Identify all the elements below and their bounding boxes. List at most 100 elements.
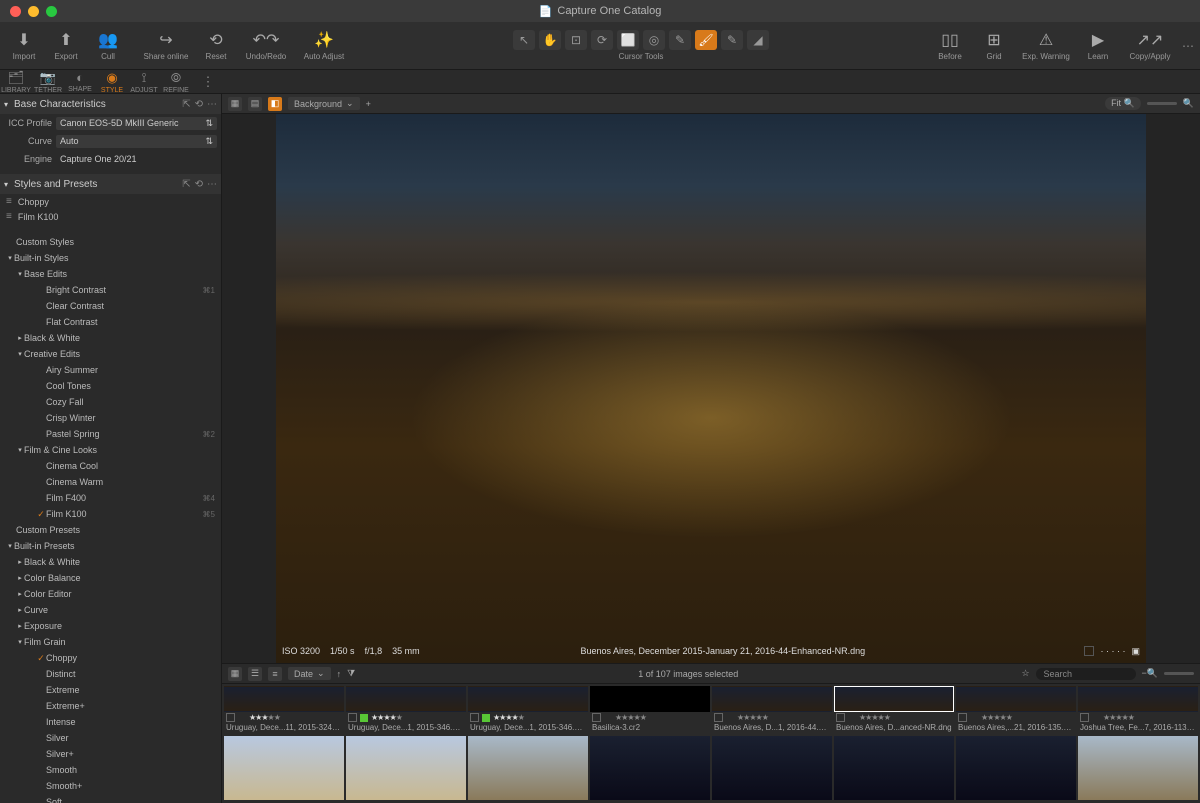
cull-button[interactable]: 👥Cull [90, 25, 126, 67]
star-rating[interactable]: ★★★★★ [371, 713, 402, 722]
tooltab-tether[interactable]: 📷TETHER [32, 70, 64, 93]
thumbnail-image[interactable] [956, 686, 1076, 712]
thumb-size-slider[interactable] [1164, 672, 1194, 675]
preset-item[interactable]: Flat Contrast [0, 314, 221, 330]
menu-icon[interactable]: ⋯ [207, 179, 217, 190]
preset-item[interactable]: Pastel Spring⌘2 [0, 426, 221, 442]
zoom-out-icon[interactable]: −🔍 [1142, 668, 1158, 679]
menu-icon[interactable]: ⋯ [207, 99, 217, 110]
star-rating[interactable]: ★★★★★ [737, 713, 768, 722]
thumbnail[interactable] [834, 736, 954, 800]
pin-icon[interactable]: ⇱ [182, 99, 190, 110]
black-white-group[interactable]: ▸Black & White [0, 330, 221, 346]
preset-item[interactable]: Silver [0, 730, 221, 746]
maximize-button[interactable] [46, 6, 57, 17]
tooltab-style[interactable]: ◉STYLE [96, 70, 128, 93]
thumbnail[interactable] [468, 736, 588, 800]
close-button[interactable] [10, 6, 21, 17]
thumb-checkbox[interactable] [470, 713, 479, 722]
thumbnail[interactable] [956, 736, 1076, 800]
preset-group[interactable]: ▸Exposure [0, 618, 221, 634]
preset-item[interactable]: Extreme [0, 682, 221, 698]
creative-edits-group[interactable]: ▾Creative Edits [0, 346, 221, 362]
thumb-checkbox[interactable] [226, 713, 235, 722]
color-tag[interactable] [726, 714, 734, 722]
grid-view-icon[interactable]: ▦ [228, 667, 242, 681]
color-tag-widget[interactable]: · · · · · [1100, 646, 1125, 657]
auto-adjust-button[interactable]: ✨Auto Adjust [298, 25, 350, 67]
thumbnail-cell[interactable]: ★★★★★ Buenos Aires, D...1, 2016-44.CR2 [712, 686, 832, 732]
preset-group[interactable]: ▸Color Editor [0, 586, 221, 602]
applied-style-item[interactable]: ≡Film K100 [0, 209, 221, 224]
preset-item[interactable]: Cinema Warm [0, 474, 221, 490]
panel-styles-presets[interactable]: ▾ Styles and Presets ⇱⟲⋯ [0, 174, 221, 194]
thumbnail-cell[interactable]: ★★★★★ Buenos Aires,...21, 2016-135.CR2 [956, 686, 1076, 732]
thumbnail[interactable] [224, 736, 344, 800]
curve-select[interactable]: Auto⇅ [56, 135, 217, 148]
applied-style-item[interactable]: ≡Choppy [0, 194, 221, 209]
thumb-checkbox[interactable] [958, 713, 967, 722]
pin-icon[interactable]: ⇱ [182, 179, 190, 190]
preset-item[interactable]: Smooth [0, 762, 221, 778]
rating-filter[interactable]: ☆ [1021, 668, 1029, 679]
export-button[interactable]: ⬆Export [48, 25, 84, 67]
star-rating[interactable]: ★★★★★ [249, 713, 280, 722]
color-tag[interactable] [238, 714, 246, 722]
filter-icon[interactable]: ⧩ [347, 668, 355, 679]
sort-asc-icon[interactable]: ↑ [337, 669, 342, 679]
zoom-slider[interactable] [1147, 102, 1177, 105]
thumbnail-image[interactable] [712, 686, 832, 712]
thumbnail-cell[interactable]: ★★★★★ Joshua Tree, Fe...7, 2016-113.cr2 [1078, 686, 1198, 732]
preset-item[interactable]: ✓Choppy [0, 650, 221, 666]
thumb-checkbox[interactable] [836, 713, 845, 722]
thumbnail[interactable] [712, 736, 832, 800]
preset-item[interactable]: Extreme+ [0, 698, 221, 714]
preset-group[interactable]: ▸Black & White [0, 554, 221, 570]
list-view-icon[interactable]: ☰ [248, 667, 262, 681]
built-in-presets-item[interactable]: ▾Built-in Presets [0, 538, 221, 554]
base-edits-group[interactable]: ▾Base Edits [0, 266, 221, 282]
color-tag[interactable] [1092, 714, 1100, 722]
learn-button[interactable]: ▶Learn [1080, 25, 1116, 67]
thumbnail-cell[interactable]: ★★★★★ Basilica-3.cr2 [590, 686, 710, 732]
tool-brush[interactable]: 🖌 [695, 30, 717, 50]
import-button[interactable]: ⬇Import [6, 25, 42, 67]
star-rating[interactable]: ★★★★★ [859, 713, 890, 722]
exp-warning-button[interactable]: ⚠Exp. Warning [1020, 25, 1072, 67]
tool-select[interactable]: ↖ [513, 30, 535, 50]
preset-item[interactable]: Soft [0, 794, 221, 803]
reset-icon[interactable]: ⟲ [195, 99, 203, 110]
preset-item[interactable]: Silver+ [0, 746, 221, 762]
thumbnail-cell[interactable]: ★★★★★ Uruguay, Dece...11, 2015-324.cr2 [224, 686, 344, 732]
tool-hand[interactable]: ✋ [539, 30, 561, 50]
preset-group[interactable]: ▸Curve [0, 602, 221, 618]
before-button[interactable]: ▯▯Before [932, 25, 968, 67]
thumbnail-image[interactable] [224, 686, 344, 712]
thumbnail[interactable] [590, 736, 710, 800]
film-cine-group[interactable]: ▾Film & Cine Looks [0, 442, 221, 458]
thumbnail[interactable] [1078, 736, 1198, 800]
background-select[interactable]: Background⌄ [288, 97, 360, 110]
tool-mask[interactable]: ✎ [669, 30, 691, 50]
more-icon[interactable]: ⋯ [1182, 39, 1194, 53]
icc-profile-select[interactable]: Canon EOS-5D MkIII Generic⇅ [56, 117, 217, 130]
tool-spot[interactable]: ◎ [643, 30, 665, 50]
tooltab-refine[interactable]: ⦾REFINE [160, 70, 192, 93]
thumbnail-image[interactable] [590, 686, 710, 712]
reset-button[interactable]: ⟲Reset [198, 25, 234, 67]
film-grain-group[interactable]: ▾Film Grain [0, 634, 221, 650]
tooltab-more[interactable]: ⋮ [192, 70, 224, 93]
tooltab-shape[interactable]: ◐SHAPE [64, 70, 96, 93]
filmstrip-view-icon[interactable]: ≡ [268, 667, 282, 681]
color-tag[interactable] [360, 714, 368, 722]
color-tag[interactable] [482, 714, 490, 722]
preset-item[interactable]: Intense [0, 714, 221, 730]
preset-item[interactable]: ✓Film K100⌘5 [0, 506, 221, 522]
preset-item[interactable]: Crisp Winter [0, 410, 221, 426]
thumb-checkbox[interactable] [714, 713, 723, 722]
thumbnail[interactable] [346, 736, 466, 800]
undo-redo-button[interactable]: ↶↷Undo/Redo [240, 25, 292, 67]
tooltab-library[interactable]: 🗂LIBRARY [0, 70, 32, 93]
chevron-down-icon[interactable]: ▾ [4, 180, 14, 189]
color-tag[interactable] [848, 714, 856, 722]
